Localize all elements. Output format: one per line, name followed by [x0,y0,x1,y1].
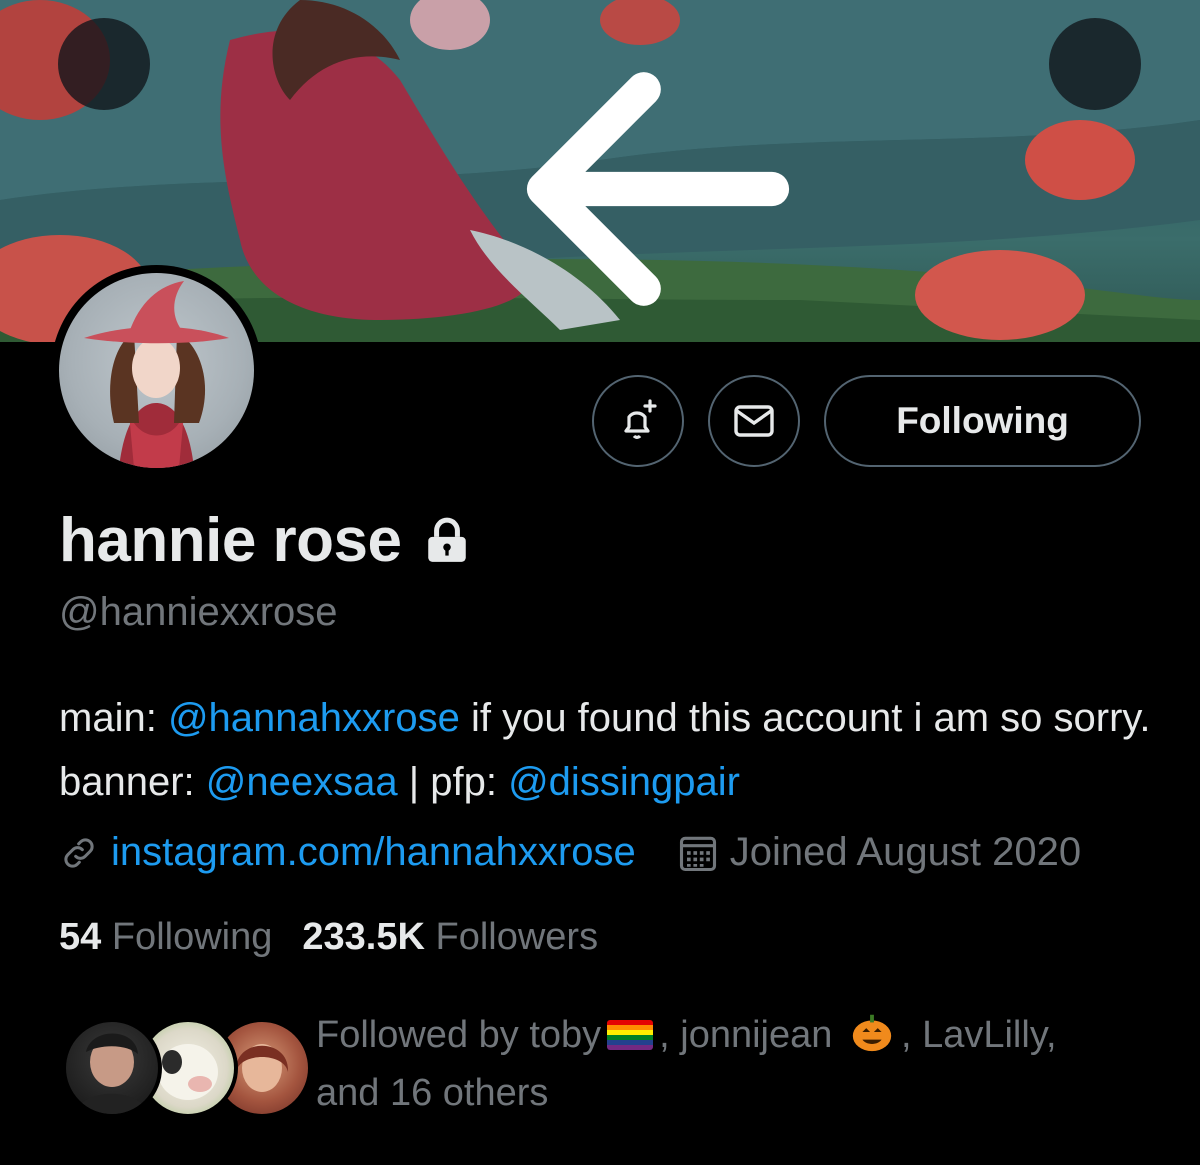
followers-stat[interactable]: 233.5K Followers [302,916,598,959]
website-link[interactable]: instagram.com/hannahxxrose [111,830,636,875]
link-icon [64,837,94,868]
joined-date: Joined August 2020 [729,830,1082,874]
profile-stats: 54 Following 233.5K Followers [59,916,598,959]
calendar-icon [679,836,716,871]
jack-o-lantern-icon [852,1014,892,1052]
profile-avatar[interactable] [51,265,262,476]
followed-by-third: , LavLilly, [900,1014,1057,1056]
followers-count: 233.5K [302,916,425,958]
profile-handle: @hanniexxrose [59,590,338,634]
followers-you-know-avatars[interactable] [62,1018,312,1118]
profile-meta: instagram.com/hannahxxrose Joined August… [59,830,1081,875]
profile-bio: main: @hannahxxrose if you found this ac… [59,686,1169,814]
following-button[interactable]: Following [824,375,1141,467]
bio-mention-pfp[interactable]: @dissingpair [508,760,740,804]
rainbow-flag-icon [607,1020,654,1050]
bio-mention-main[interactable]: @hannahxxrose [168,696,460,740]
message-button[interactable] [708,375,800,467]
bio-text: | pfp: [397,760,509,804]
following-stat[interactable]: 54 Following [59,916,272,959]
following-label: Following [111,916,273,958]
following-count: 54 [59,916,102,958]
followed-by-prefix: Followed by toby [316,1014,602,1056]
profile-display-name: hannie rose [59,505,472,576]
display-name-text: hannie rose [59,506,402,575]
bio-mention-banner[interactable]: @neexsaa [206,760,398,804]
more-options-button[interactable] [1049,18,1141,110]
lock-icon [427,517,466,562]
more-horizontal-icon [1049,18,1200,342]
bell-plus-icon [624,399,657,439]
mail-icon [734,405,774,437]
avatar-image [59,273,254,468]
avatar [62,1018,162,1118]
bio-text: main: [59,696,168,740]
followed-by-rest: and 16 others [316,1072,549,1114]
followed-by-text[interactable]: Followed by toby, jonnijean , LavLilly, … [316,1006,1176,1122]
followed-by-second: , jonnijean [659,1014,833,1056]
witch-avatar-illustration [84,281,229,468]
notifications-button[interactable] [592,375,684,467]
followers-label: Followers [435,916,599,958]
back-button[interactable] [58,18,790,306]
